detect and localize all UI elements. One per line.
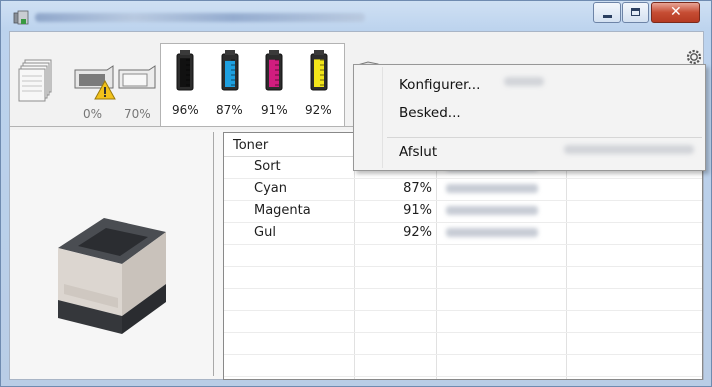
toner-black-level: 96% bbox=[172, 103, 199, 117]
menu-item-exit[interactable]: Afslut bbox=[399, 141, 437, 163]
toner-yellow-level: 92% bbox=[305, 103, 332, 117]
maximize-icon bbox=[631, 8, 640, 16]
toner-magenta-level: 91% bbox=[261, 103, 288, 117]
minimize-icon bbox=[603, 15, 612, 18]
minimize-button[interactable] bbox=[593, 2, 621, 23]
context-menu: Konfigurer... Besked... Afslut bbox=[353, 64, 706, 171]
paper-stack-icon bbox=[18, 59, 52, 102]
app-icon bbox=[13, 10, 29, 25]
blurred-part-number bbox=[446, 206, 538, 215]
printer-icon bbox=[58, 218, 166, 334]
table-row[interactable]: Magenta 91% bbox=[224, 200, 702, 223]
tab-trays[interactable]: 0% 70% bbox=[60, 50, 157, 122]
table-row[interactable]: Cyan 87% bbox=[224, 178, 702, 201]
warning-icon bbox=[94, 80, 116, 100]
menu-item-configure[interactable]: Konfigurer... bbox=[399, 74, 480, 96]
toner-cartridge-black-icon bbox=[176, 50, 194, 91]
toner-cartridge-cyan-icon bbox=[221, 50, 238, 91]
toner-level-fill bbox=[269, 59, 279, 87]
tray-icon bbox=[118, 65, 156, 89]
panel-divider bbox=[213, 132, 214, 376]
menu-item-message[interactable]: Besked... bbox=[399, 102, 461, 124]
tray1-level: 0% bbox=[83, 107, 103, 121]
tab-toner[interactable]: 96% 87% 91% 92% bbox=[160, 43, 345, 127]
toner-cartridge-yellow-icon bbox=[310, 50, 327, 91]
app-window: ✕ 0% 70% 96% 87% 91% 92% Toner Sort Cyan… bbox=[0, 0, 712, 387]
table-row[interactable]: Gul 92% bbox=[224, 222, 702, 245]
window-title-blurred bbox=[35, 13, 365, 22]
toner-cartridge-magenta-icon bbox=[265, 50, 283, 91]
toner-level-fill bbox=[180, 58, 190, 87]
tray2-level: 70% bbox=[124, 107, 151, 121]
maximize-button[interactable] bbox=[622, 2, 649, 23]
blurred-part-number bbox=[446, 228, 538, 237]
table-row-empty bbox=[224, 244, 702, 267]
table-row-empty bbox=[224, 332, 702, 355]
blurred-part-number bbox=[446, 184, 538, 193]
table-row-empty bbox=[224, 310, 702, 333]
tab-paper[interactable] bbox=[10, 50, 58, 122]
title-bar[interactable]: ✕ bbox=[1, 1, 711, 31]
toner-cyan-level: 87% bbox=[216, 103, 243, 117]
column-header-toner[interactable]: Toner bbox=[233, 138, 268, 153]
toner-level-fill bbox=[313, 59, 324, 87]
table-row-empty bbox=[224, 266, 702, 289]
close-icon: ✕ bbox=[670, 4, 682, 20]
table-row-empty bbox=[224, 354, 702, 377]
close-button[interactable]: ✕ bbox=[651, 2, 700, 23]
menu-separator bbox=[387, 137, 702, 138]
table-row-empty bbox=[224, 288, 702, 311]
